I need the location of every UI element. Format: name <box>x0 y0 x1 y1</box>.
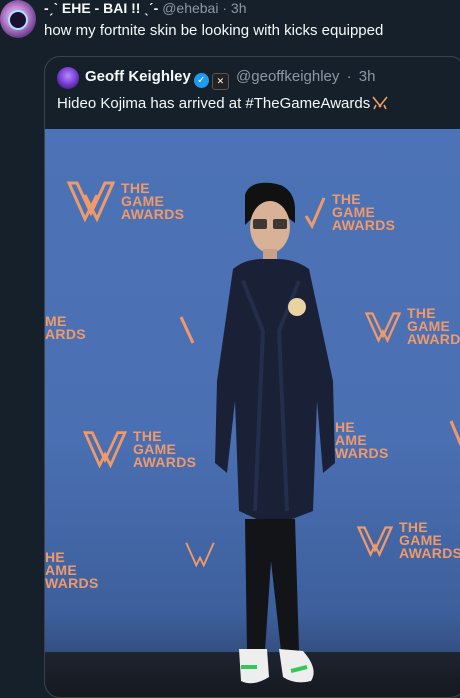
awards-emblem-icon <box>67 181 115 223</box>
logo-line: WARDS <box>45 575 99 591</box>
quoted-tweet-card[interactable]: Geoff Keighley ✓ ✕ @geoffkeighley · 3h Hid… <box>44 56 460 698</box>
backdrop-logo: THEGAMEAWARDS <box>67 179 184 223</box>
logo-line: AWARDS <box>399 545 460 561</box>
retweeter-avatar[interactable] <box>0 0 36 38</box>
backdrop-logo: THEGAMEAWARDS <box>357 520 460 561</box>
backdrop-emblem <box>449 419 460 449</box>
awards-emblem-icon <box>365 311 401 343</box>
backdrop-logo-partial: HE AME WARDS <box>45 550 99 591</box>
backdrop-logo: THEGAMEAWARDS <box>83 429 196 469</box>
quoted-author-handle[interactable]: @geoffkeighley <box>236 68 339 85</box>
awards-emblem-icon <box>357 525 393 557</box>
awards-emblem-icon <box>449 420 460 446</box>
separator-dot: · <box>222 0 228 16</box>
tweet-text: how my fortnite skin be looking with kic… <box>44 22 384 39</box>
affiliate-badge-icon[interactable]: ✕ <box>211 73 229 90</box>
retweeter-display-name[interactable]: -ˏˋ EHE - BAI !! ˎˊ- <box>44 0 158 16</box>
avatar-eye-art <box>8 10 28 30</box>
tweet-photo[interactable]: THE GAME AWARDS THE GAME AWARDS ME ARDS THE GA… <box>45 129 460 697</box>
quoted-tweet-time[interactable]: 3h <box>359 68 376 85</box>
separator-dot: · <box>346 68 352 85</box>
person-figure <box>215 182 335 684</box>
awards-emblem-icon <box>83 431 127 469</box>
logo-line: AWARDS <box>407 331 460 347</box>
quoted-author-avatar[interactable] <box>57 67 79 89</box>
backdrop-logo: THEGAMEAWARDS <box>365 306 460 347</box>
backdrop-logo-partial: ME ARDS <box>45 314 86 342</box>
crossed-swords-icon <box>372 96 388 110</box>
verified-check-icon: ✓ <box>193 73 209 88</box>
retweeter-handle[interactable]: @ehebai <box>162 0 218 16</box>
logo-line: WARDS <box>335 445 389 461</box>
backdrop-logo-partial: HE AME WARDS <box>335 420 389 461</box>
logo-line: ARDS <box>45 326 86 342</box>
retweet-time[interactable]: 3h <box>231 0 247 16</box>
quoted-author-name[interactable]: Geoff Keighley <box>85 68 191 85</box>
quoted-tweet-text: Hideo Kojima has arrived at #TheGameAwar… <box>57 94 388 114</box>
quoted-tweet-body: Hideo Kojima has arrived at #TheGameAwar… <box>57 95 371 112</box>
retweet-header: -ˏˋ EHE - BAI !! ˎˊ- @ehebai · 3h <box>44 0 247 16</box>
quoted-tweet-header: Geoff Keighley ✓ ✕ @geoffkeighley · 3h <box>85 68 375 90</box>
logo-line: AWARDS <box>121 205 185 222</box>
